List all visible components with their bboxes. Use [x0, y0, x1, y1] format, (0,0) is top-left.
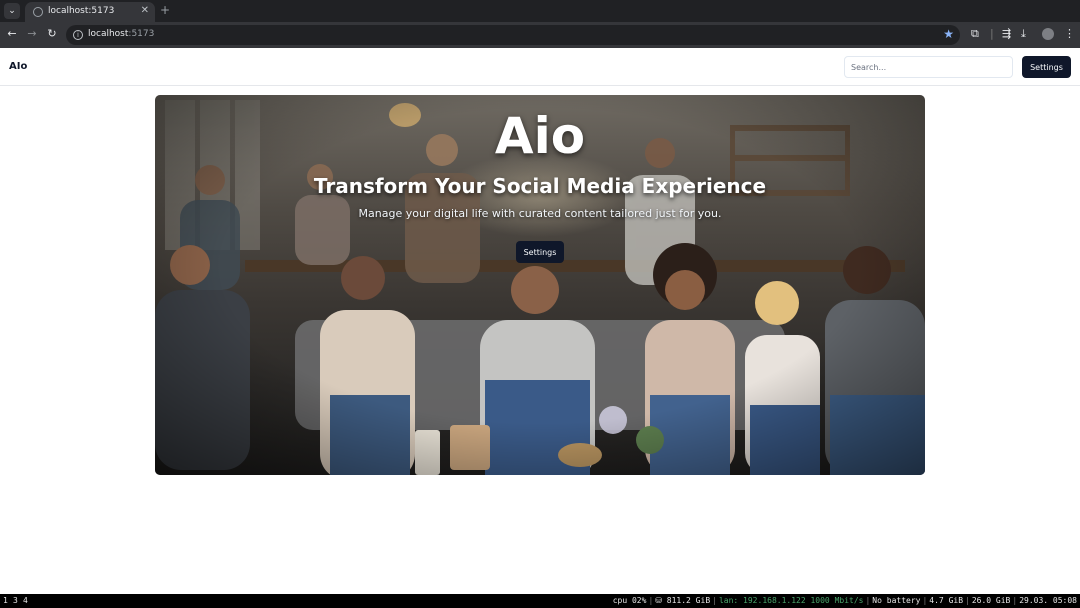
profile-avatar-icon[interactable]	[1042, 28, 1054, 40]
separator: |	[865, 596, 871, 605]
address-bar[interactable]: i localhost:5173 ★	[66, 25, 960, 45]
app-header: AIo Settings	[0, 48, 1080, 86]
tab-search-chevron-icon[interactable]: ⌄	[4, 3, 20, 19]
hero-description: Manage your digital life with curated co…	[358, 207, 722, 220]
hero-settings-button[interactable]: Settings	[516, 241, 564, 263]
globe-icon	[33, 7, 43, 17]
tab-title: localhost:5173	[48, 6, 115, 16]
workspace-4[interactable]: 4	[23, 594, 28, 608]
download-icon[interactable]: ⤓	[1021, 27, 1026, 41]
toolbar-divider: |	[990, 27, 994, 40]
forward-arrow-icon[interactable]: →	[25, 27, 39, 41]
tab-close-icon[interactable]: ✕	[141, 5, 149, 16]
network-status: lan: 192.168.1.122 1000 Mbit/s	[718, 596, 864, 605]
url-host: localhost	[88, 29, 129, 39]
status-indicators: cpu 02% | ⛁ 811.2 GiB | lan: 192.168.1.122 1…	[613, 594, 1077, 608]
bookmark-star-icon[interactable]: ★	[943, 27, 954, 41]
url-port: :5173	[128, 29, 155, 39]
back-arrow-icon[interactable]: ←	[5, 27, 19, 41]
extensions-puzzle-icon[interactable]: ⧉	[971, 27, 979, 41]
url-text: localhost:5173	[88, 29, 154, 39]
new-tab-icon[interactable]: +	[160, 3, 170, 17]
site-info-icon[interactable]: i	[73, 30, 83, 40]
hero-banner: Aio Transform Your Social Media Experien…	[155, 95, 925, 475]
system-status-bar: 1 3 4 cpu 02% | ⛁ 811.2 GiB | lan: 192.168.1…	[0, 594, 1080, 608]
clock: 29.03. 05:08	[1019, 596, 1077, 605]
browser-tab[interactable]: localhost:5173 ✕	[25, 2, 155, 22]
separator: |	[1012, 596, 1018, 605]
header-settings-button[interactable]: Settings	[1022, 56, 1071, 78]
memory-used: 4.7 GiB	[929, 596, 964, 605]
memory-total: 26.0 GiB	[971, 596, 1011, 605]
battery-status: No battery	[872, 596, 921, 605]
disk-free: ⛁ 811.2 GiB	[655, 596, 711, 605]
search-input[interactable]	[844, 56, 1013, 78]
browser-toolbar: ← → ↻ i localhost:5173 ★ ⧉ | ⇶ ⤓ ⋮	[0, 22, 1080, 48]
cpu-usage: cpu 02%	[612, 596, 647, 605]
workspace-1[interactable]: 1	[3, 594, 8, 608]
brand-logo[interactable]: AIo	[9, 61, 27, 72]
cast-media-icon[interactable]: ⇶	[1002, 27, 1011, 41]
separator: |	[965, 596, 970, 605]
separator: |	[922, 596, 928, 605]
browser-tab-strip: ⌄ localhost:5173 ✕ +	[0, 0, 1080, 22]
hero-subtitle: Transform Your Social Media Experience	[313, 174, 767, 198]
reload-icon[interactable]: ↻	[45, 27, 59, 41]
kebab-menu-icon[interactable]: ⋮	[1064, 27, 1075, 41]
separator: |	[712, 596, 717, 605]
separator: |	[648, 596, 654, 605]
hero-title: Aio	[494, 107, 586, 165]
workspace-3[interactable]: 3	[13, 594, 18, 608]
